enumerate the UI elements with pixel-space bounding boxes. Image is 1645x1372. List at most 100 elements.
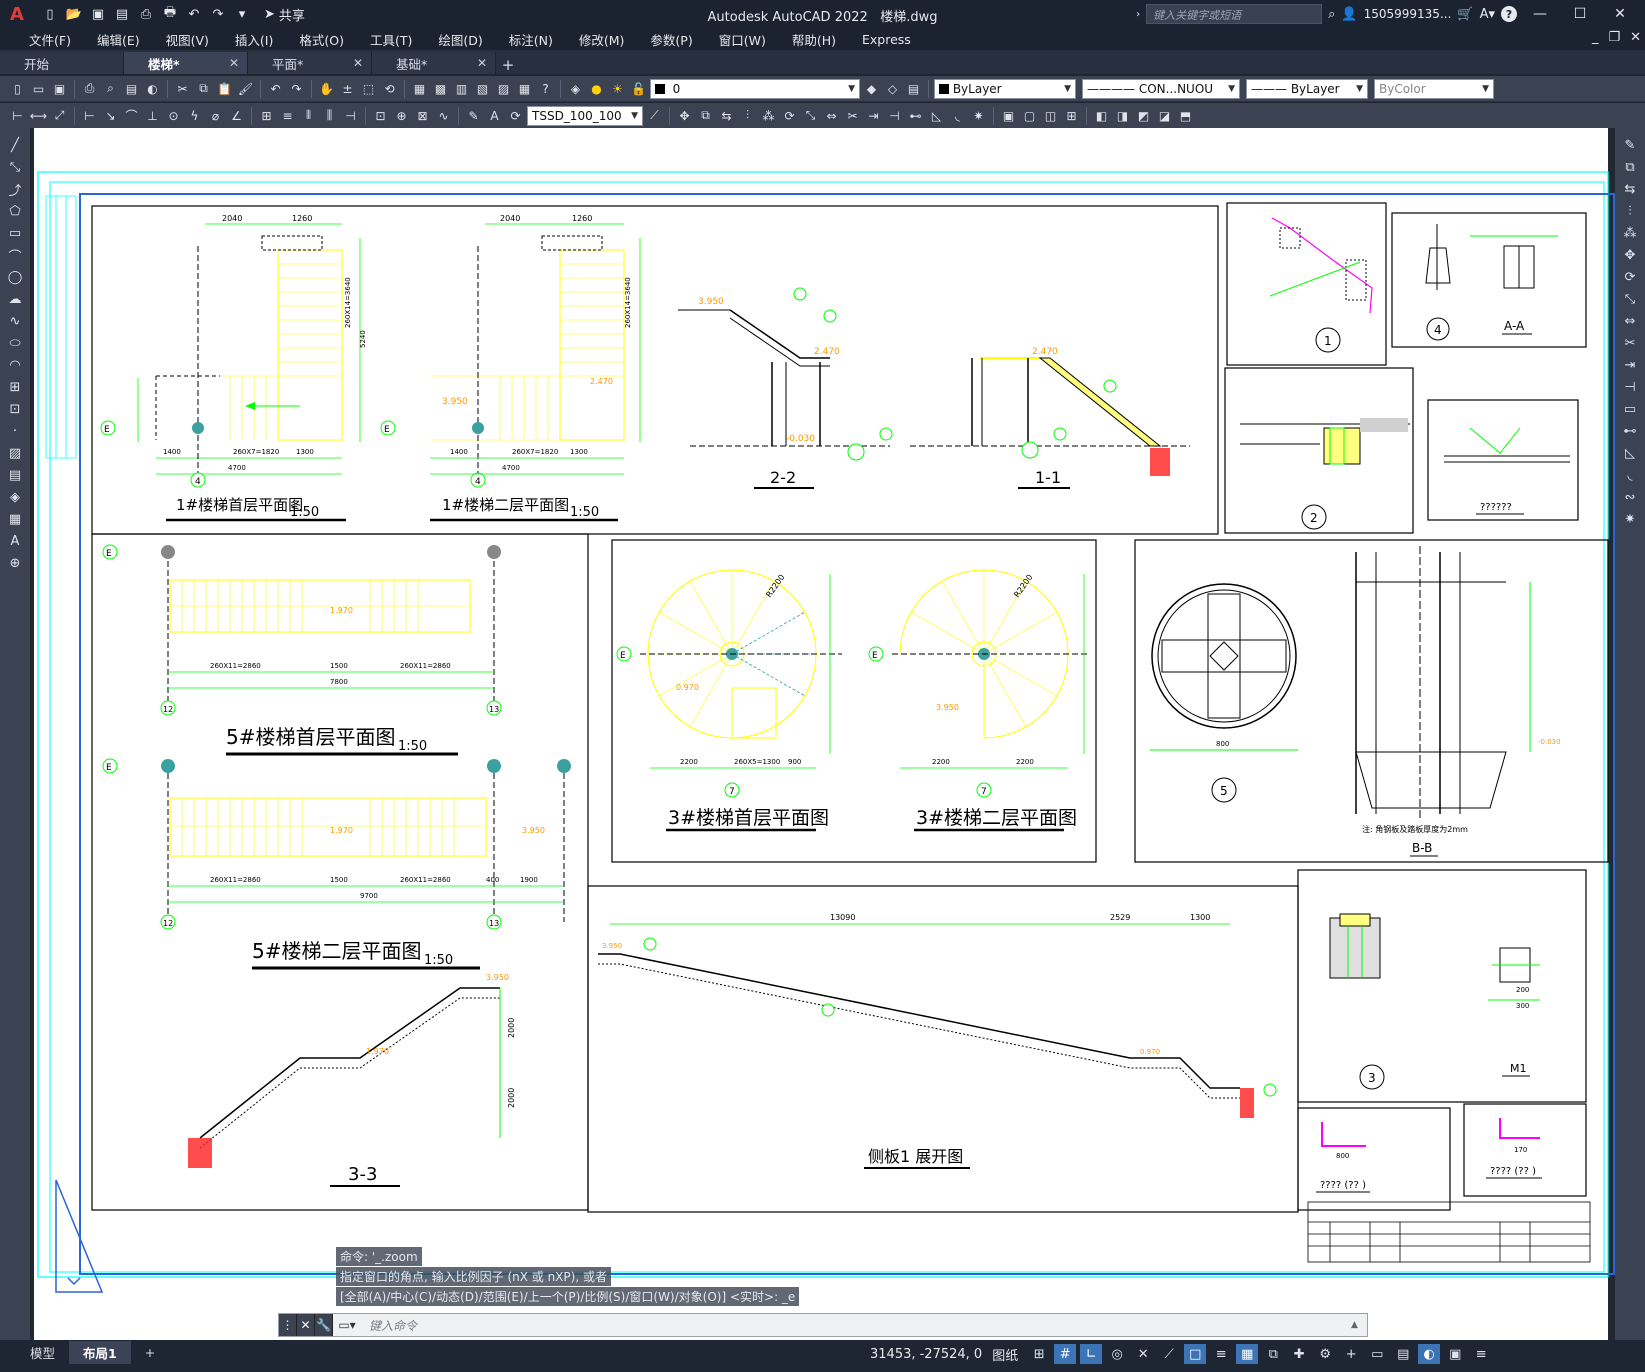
dim-radius-icon[interactable]: ⊙: [164, 106, 183, 125]
explode-icon[interactable]: ✷: [1620, 510, 1640, 529]
layiso-icon[interactable]: ◧: [1092, 106, 1111, 125]
tool-palettes-icon[interactable]: ▥: [452, 79, 471, 98]
undo-icon[interactable]: ↶: [266, 79, 285, 98]
saveas-icon[interactable]: ▤: [112, 4, 132, 24]
line-icon[interactable]: ╱: [5, 136, 25, 155]
tab-plan[interactable]: 平面* ✕: [248, 52, 372, 74]
layer-previous-icon[interactable]: ◇: [883, 79, 902, 98]
dim-jogged-icon[interactable]: ϟ: [185, 106, 204, 125]
menu-window[interactable]: 窗口(W): [706, 30, 779, 49]
tab-layout1[interactable]: 布局1: [69, 1340, 131, 1364]
menu-file[interactable]: 文件(F): [16, 30, 84, 49]
menu-view[interactable]: 视图(V): [153, 30, 222, 49]
jogged-linear-icon[interactable]: ∿: [434, 106, 453, 125]
command-prompt-icon[interactable]: ▭▾: [333, 1314, 361, 1336]
explode-icon[interactable]: ✷: [969, 106, 988, 125]
open-icon[interactable]: 📂: [64, 4, 84, 24]
paper-space-toggle[interactable]: 图纸: [992, 1345, 1018, 1364]
menu-format[interactable]: 格式(O): [286, 30, 357, 49]
new-tab-button[interactable]: +: [496, 56, 520, 74]
layer-properties-icon[interactable]: ◈: [566, 79, 585, 98]
grip-icon[interactable]: ⋮: [279, 1314, 297, 1336]
tolerance-icon[interactable]: ⊡: [371, 106, 390, 125]
ellipse-icon[interactable]: ⬭: [5, 334, 25, 353]
publish-icon[interactable]: ▤: [122, 79, 141, 98]
linetype-dropdown[interactable]: ———— CON...NUOU ▼: [1082, 78, 1240, 99]
close-icon[interactable]: ✕: [297, 1314, 315, 1336]
layer-dropdown[interactable]: 0 ▼: [650, 78, 860, 99]
menu-dimension[interactable]: 标注(N): [496, 30, 566, 49]
copy-object-icon[interactable]: ⧉: [696, 106, 715, 125]
layer-on-icon[interactable]: ●: [587, 79, 606, 98]
mirror-icon[interactable]: ⇆: [1620, 180, 1640, 199]
dim-style-icon[interactable]: ⟋: [645, 106, 664, 125]
isodraft-icon[interactable]: ⟋: [1158, 1344, 1180, 1364]
menu-draw[interactable]: 绘图(D): [425, 30, 495, 49]
new-icon[interactable]: ▯: [40, 4, 60, 24]
laywalk-icon[interactable]: ⬒: [1176, 106, 1195, 125]
insert-block-icon[interactable]: ⊞: [5, 378, 25, 397]
erase-icon[interactable]: ✎: [1620, 136, 1640, 155]
3d-print-icon[interactable]: ◐: [143, 79, 162, 98]
snap-icon[interactable]: ⊞: [1028, 1344, 1050, 1364]
save-icon[interactable]: ▣: [88, 4, 108, 24]
menu-insert[interactable]: 插入(I): [222, 30, 286, 49]
help-icon[interactable]: ?: [536, 79, 555, 98]
rotate-icon[interactable]: ⟳: [780, 106, 799, 125]
design-center-icon[interactable]: ▩: [431, 79, 450, 98]
break-icon[interactable]: ▭: [1620, 400, 1640, 419]
dim-diameter-icon[interactable]: ⌀: [206, 106, 225, 125]
join-icon[interactable]: ⊷: [1620, 422, 1640, 441]
polygon-icon[interactable]: ⬠: [5, 202, 25, 221]
save-icon[interactable]: ▣: [50, 79, 69, 98]
lineweight-dropdown[interactable]: ——— ByLayer ▼: [1246, 78, 1368, 99]
close-icon[interactable]: ✕: [229, 56, 239, 70]
ellipse-arc-icon[interactable]: ◠: [5, 356, 25, 375]
trim-icon[interactable]: ✂: [1620, 334, 1640, 353]
break-point-icon[interactable]: ⊣: [1620, 378, 1640, 397]
ortho-icon[interactable]: ∟: [1080, 1344, 1103, 1364]
sheet-set-icon[interactable]: ▧: [473, 79, 492, 98]
offset-icon[interactable]: ⫶: [738, 106, 757, 125]
workspace-icon[interactable]: ⚙: [1314, 1344, 1336, 1364]
share-button[interactable]: ➤ 共享: [264, 5, 305, 24]
continue-icon[interactable]: ⫴: [299, 106, 318, 125]
layuniso-icon[interactable]: ◨: [1113, 106, 1132, 125]
new-icon[interactable]: ▯: [8, 79, 27, 98]
chevron-up-icon[interactable]: ▲: [1351, 1320, 1367, 1330]
inspect-icon[interactable]: ⊠: [413, 106, 432, 125]
tab-foundation[interactable]: 基础* ✕: [372, 52, 496, 74]
aligned-dim-icon[interactable]: ⤢: [50, 106, 69, 125]
match-properties-icon[interactable]: 🖌: [236, 79, 255, 98]
close-icon[interactable]: ✕: [477, 56, 487, 70]
close-icon[interactable]: ✕: [353, 56, 363, 70]
zoom-window-icon[interactable]: ⬚: [359, 79, 378, 98]
grid-icon[interactable]: #: [1054, 1344, 1077, 1364]
plot-icon[interactable]: 🖶: [160, 4, 180, 24]
scale-icon[interactable]: ⤡: [801, 106, 820, 125]
laymch-icon[interactable]: ◪: [1155, 106, 1174, 125]
fillet-icon[interactable]: ◟: [1620, 466, 1640, 485]
menu-parametric[interactable]: 参数(P): [637, 30, 705, 49]
autodesk-a360-icon[interactable]: A▾: [1480, 7, 1495, 22]
chamfer-icon[interactable]: ◺: [927, 106, 946, 125]
extend-icon[interactable]: ⇥: [864, 106, 883, 125]
revcloud-icon[interactable]: ☁: [5, 290, 25, 309]
gradient-icon[interactable]: ▤: [5, 466, 25, 485]
undo-icon[interactable]: ↶: [184, 4, 204, 24]
tab-model[interactable]: 模型: [16, 1341, 69, 1364]
clean-screen-icon[interactable]: ▣: [1444, 1344, 1466, 1364]
menu-modify[interactable]: 修改(M): [566, 30, 638, 49]
move-icon[interactable]: ✥: [1620, 246, 1640, 265]
qdim-icon[interactable]: ⊢: [8, 106, 27, 125]
table-icon[interactable]: ▦: [5, 510, 25, 529]
isolate-icon[interactable]: ◐: [1418, 1344, 1441, 1364]
redo-icon[interactable]: ↷: [287, 79, 306, 98]
maximize-button[interactable]: ☐: [1563, 0, 1597, 28]
lineweight-icon[interactable]: ≡: [1210, 1344, 1232, 1364]
move-icon[interactable]: ✥: [675, 106, 694, 125]
units-icon[interactable]: ▤: [1392, 1344, 1414, 1364]
properties-icon[interactable]: ▦: [410, 79, 429, 98]
mirror-icon[interactable]: ⇆: [717, 106, 736, 125]
dim-ordinate-icon[interactable]: ⊥: [143, 106, 162, 125]
